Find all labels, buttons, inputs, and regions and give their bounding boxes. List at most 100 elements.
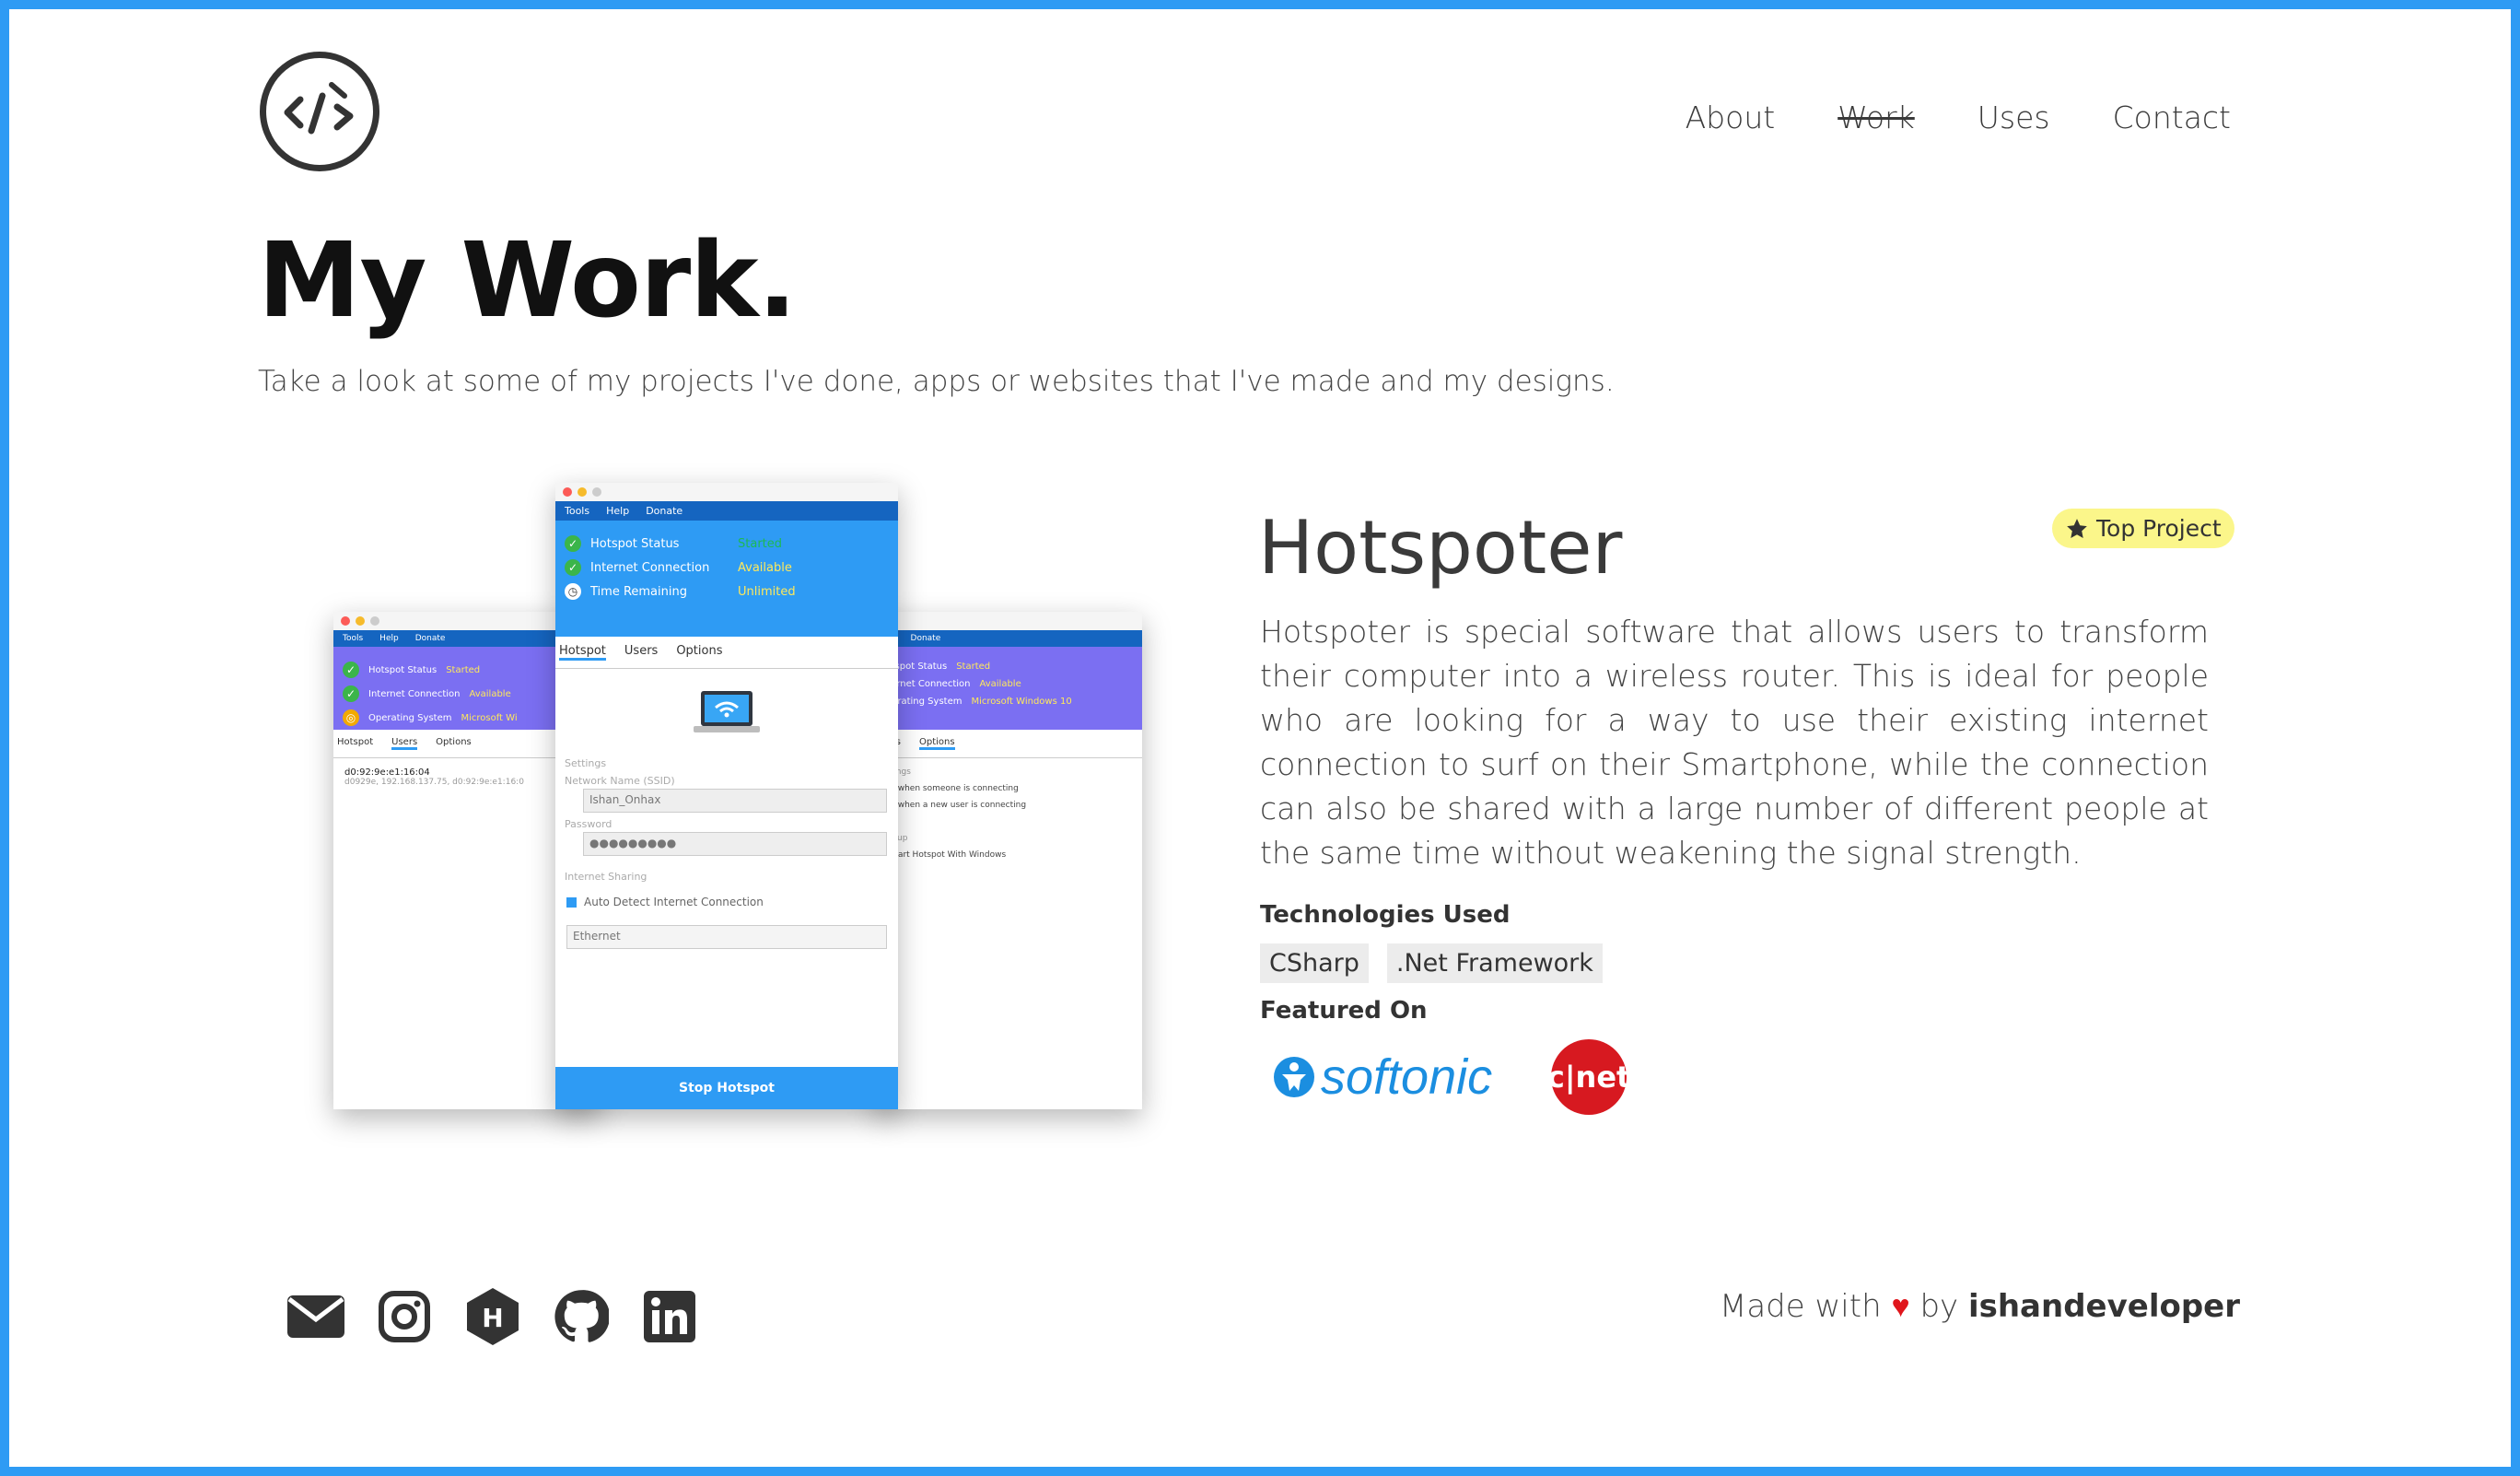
- github-icon[interactable]: [551, 1286, 612, 1347]
- screenshot-window-main: Tools Help Donate ✓ Hotspot Status Started…: [555, 483, 898, 1109]
- project-screenshot[interactable]: Tools Help Donate ✓ Hotspot Status Started…: [332, 479, 1142, 1124]
- check-icon: ✓: [565, 535, 581, 552]
- menu-help: Help: [606, 505, 630, 517]
- made-with-text: Made with: [1720, 1288, 1882, 1325]
- tab-options: Options: [436, 737, 472, 747]
- mail-icon[interactable]: [286, 1286, 346, 1347]
- nav-uses[interactable]: Uses: [1978, 100, 2050, 135]
- option-notify-new-user: otify when a new user is connecting: [877, 801, 1027, 810]
- linkedin-icon[interactable]: [639, 1286, 700, 1347]
- code-brush-icon: [284, 82, 354, 135]
- tab-options: Options: [676, 644, 723, 658]
- status-value: Available: [469, 688, 511, 699]
- menu-tools: Tools: [565, 505, 590, 517]
- option-autostart: utostart Hotspot With Windows: [877, 850, 1007, 860]
- menu-donate: Donate: [910, 634, 941, 643]
- ssid-field: Ishan_Onhax: [583, 789, 887, 813]
- options-panel: Settings otify when someone is connectin…: [875, 758, 1142, 869]
- settings-label: Settings: [565, 757, 607, 769]
- option-notify-connect: otify when someone is connecting: [877, 784, 1019, 793]
- softonic-figure-icon: [1274, 1057, 1314, 1097]
- tab-users: Users: [624, 644, 659, 658]
- password-field: ●●●●●●●●●: [583, 832, 887, 856]
- status-value: Available: [738, 560, 792, 575]
- tab-options: Options: [919, 737, 955, 750]
- window-titlebar: [875, 612, 1142, 630]
- hashnode-icon[interactable]: H: [462, 1286, 523, 1347]
- footer-credit: Made with ♥ by ishandeveloper: [1720, 1288, 2240, 1325]
- sharing-label: Internet Sharing: [565, 871, 648, 883]
- status-value: Microsoft Windows 10: [971, 697, 1072, 707]
- project-title: Hotspoter: [1258, 505, 1623, 591]
- adapter-select: Ethernet: [566, 925, 887, 949]
- tech-tag: .Net Framework: [1386, 943, 1603, 983]
- status-value: Unlimited: [738, 584, 796, 599]
- status-label: Hotspot Status: [590, 536, 680, 551]
- nav-contact[interactable]: Contact: [2113, 100, 2231, 135]
- technologies-list: CSharp .Net Framework: [1260, 943, 1603, 983]
- status-label: Internet Connection: [368, 688, 461, 699]
- featured-logos: softonic c|net: [1273, 1039, 1630, 1115]
- status-label: Time Remaining: [590, 584, 687, 599]
- page-title: My Work.: [258, 221, 797, 341]
- softonic-logo[interactable]: softonic: [1273, 1048, 1492, 1106]
- star-icon: [2067, 518, 2087, 538]
- cnet-wordmark: c|net: [1546, 1060, 1631, 1095]
- tab-users: Users: [391, 737, 418, 750]
- menu-help: Help: [379, 634, 399, 643]
- cnet-logo[interactable]: c|net: [1547, 1039, 1630, 1115]
- featured-label: Featured On: [1260, 997, 1428, 1025]
- check-icon: ✓: [343, 662, 359, 678]
- window-menubar: Tools Help Donate: [555, 501, 898, 521]
- screenshot-window-right: Help Donate Hotspot StatusStarted Intern…: [875, 612, 1142, 1109]
- startup-label: Startup: [877, 830, 1140, 847]
- menu-donate: Donate: [646, 505, 683, 517]
- window-tabs: Users Options: [875, 730, 1142, 758]
- check-icon: ✓: [565, 559, 581, 576]
- window-menubar: Help Donate: [875, 630, 1142, 647]
- check-icon: ✓: [343, 685, 359, 702]
- ssid-label: Network Name (SSID): [565, 775, 675, 787]
- auto-detect-label: Auto Detect Internet Connection: [584, 896, 764, 908]
- device-name: d0:92:9e:e1:16:04: [344, 767, 430, 778]
- status-panel: Hotspot Status Started Internet Connectio…: [875, 647, 1142, 730]
- nav-work[interactable]: Work: [1838, 100, 1915, 135]
- technologies-label: Technologies Used: [1260, 901, 1511, 929]
- menu-tools: Tools: [343, 634, 364, 643]
- status-value: Microsoft Wi: [461, 712, 518, 723]
- auto-detect-option: Auto Detect Internet Connection: [566, 896, 898, 908]
- nav-about[interactable]: About: [1686, 100, 1776, 135]
- tech-tag: CSharp: [1260, 943, 1369, 983]
- top-project-badge: Top Project: [2052, 509, 2234, 548]
- badge-label: Top Project: [2096, 515, 2222, 542]
- timer-icon: ◷: [565, 583, 581, 600]
- status-value: Available: [979, 679, 1021, 689]
- stop-hotspot-button: Stop Hotspot: [555, 1067, 898, 1109]
- tab-hotspot: Hotspot: [337, 737, 374, 747]
- tab-hotspot: Hotspot: [559, 644, 606, 661]
- window-tabs: Hotspot Users Options: [555, 637, 898, 669]
- password-label: Password: [565, 818, 612, 830]
- site-logo[interactable]: [260, 52, 379, 171]
- social-links: H: [286, 1286, 700, 1347]
- status-panel: ✓ Hotspot Status Started ✓ Internet Connect…: [555, 521, 898, 637]
- by-text: by: [1919, 1288, 1959, 1325]
- settings-label: Settings: [877, 764, 1140, 780]
- author-name[interactable]: ishandeveloper: [1968, 1288, 2240, 1325]
- main-nav: About Work Uses Contact: [1686, 100, 2231, 135]
- window-titlebar: [555, 483, 898, 501]
- laptop-wifi-icon: [555, 669, 898, 752]
- os-icon: ◎: [343, 709, 359, 726]
- svg-text:H: H: [482, 1303, 503, 1333]
- checkbox-icon: [566, 896, 577, 908]
- heart-icon: ♥: [1891, 1288, 1910, 1325]
- instagram-icon[interactable]: [374, 1286, 435, 1347]
- status-value: Started: [446, 664, 481, 675]
- status-label: Hotspot Status: [368, 664, 438, 675]
- project-description: Hotspoter is special software that allow…: [1260, 614, 2209, 871]
- page-subtitle: Take a look at some of my projects I've …: [258, 365, 1615, 398]
- status-label: Internet Connection: [590, 560, 710, 575]
- status-label: Operating System: [368, 712, 452, 723]
- menu-donate: Donate: [414, 634, 446, 643]
- status-value: Started: [956, 662, 991, 672]
